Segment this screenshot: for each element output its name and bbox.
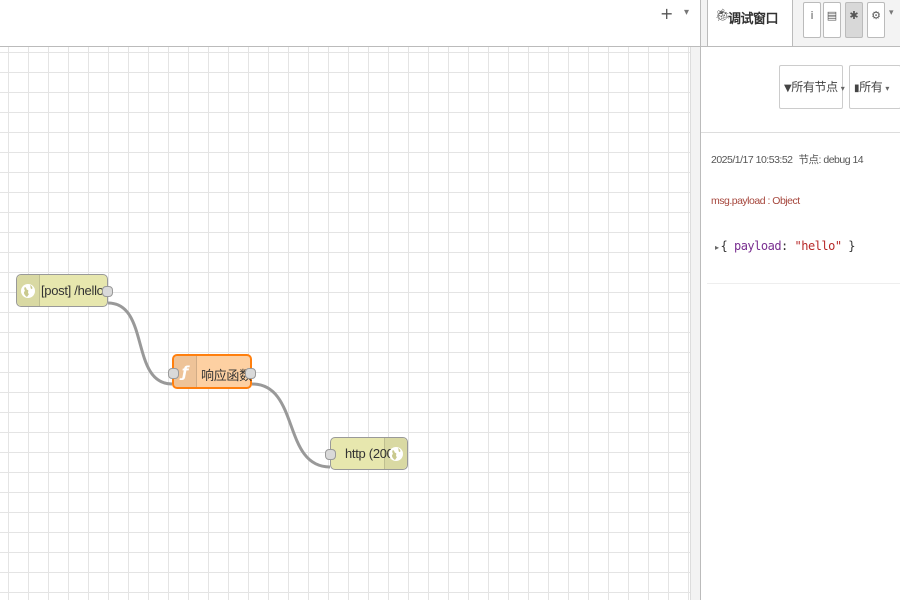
globe-icon	[384, 438, 407, 469]
http-in-label: [post] /hello	[41, 283, 104, 298]
debug-message-body[interactable]: ▸{ payload: "hello" }	[715, 239, 856, 253]
filter-nodes-button[interactable]: ▼所有节点 ▾	[779, 65, 845, 109]
debug-tab-title: 调试窗口	[728, 11, 779, 26]
clear-messages-label: 所有	[859, 80, 883, 94]
sidebar-tab-bar: 🐞︎ 调试窗口 i ▤ ✱ ⚙ ▾	[701, 0, 900, 47]
http-response-input-port[interactable]	[325, 449, 336, 460]
clear-messages-button[interactable]: ▮所有 ▾	[849, 65, 900, 109]
debug-message-timestamp: 2025/1/17 10:53:52	[711, 154, 793, 166]
wire-function-to-response[interactable]	[251, 382, 331, 469]
chevron-down-icon: ▾	[840, 84, 845, 93]
workspace-tab-bar: + ▾	[0, 0, 700, 47]
function-node[interactable]: ƒ 响应函数	[168, 354, 256, 389]
tab-debug[interactable]: 🐞︎ 调试窗口	[707, 0, 793, 46]
bug-icon: ✱	[849, 9, 859, 22]
globe-icon	[17, 275, 40, 306]
payload-key: payload	[733, 239, 782, 253]
flow-canvas[interactable]: [post] /hello ƒ 响应函数 http (200)	[0, 47, 690, 600]
http-in-output-port[interactable]	[102, 286, 113, 297]
flow-list-dropdown[interactable]: ▾	[684, 7, 689, 18]
info-tab-button[interactable]: i	[803, 2, 821, 38]
debug-message-node[interactable]: 节点: debug 14	[799, 154, 864, 166]
http-response-node[interactable]: http (200)	[325, 437, 408, 470]
filter-nodes-label: 所有节点	[791, 80, 838, 94]
sidebar: 🐞︎ 调试窗口 i ▤ ✱ ⚙ ▾ ▼所有节点 ▾ ▮所有 ▾ 2025/1/17 …	[700, 0, 900, 600]
add-flow-button[interactable]: +	[660, 4, 673, 23]
wires	[107, 301, 331, 469]
gear-icon: ⚙	[871, 9, 881, 22]
debug-message: 2025/1/17 10:53:52 节点: debug 14 msg.paylo…	[707, 134, 900, 284]
function-output-port[interactable]	[245, 368, 256, 379]
workspace: + ▾ [post] /hello ƒ 响应函数 http (200)	[0, 0, 701, 600]
function-input-port[interactable]	[168, 368, 179, 379]
debug-tab-button[interactable]: ✱	[845, 2, 863, 38]
chevron-down-icon: ▾	[885, 84, 889, 93]
info-icon: i	[810, 9, 814, 22]
debug-toolbar: ▼所有节点 ▾ ▮所有 ▾	[701, 47, 900, 133]
sidebar-menu-dropdown[interactable]: ▾	[889, 8, 894, 18]
expand-caret-icon[interactable]: ▸	[715, 243, 719, 252]
book-icon: ▤	[826, 9, 838, 22]
debug-message-topic: msg.payload : Object	[711, 195, 800, 207]
debug-message-meta: 2025/1/17 10:53:52 节点: debug 14	[711, 152, 864, 167]
config-tab-button[interactable]: ⚙	[867, 2, 885, 38]
http-in-node[interactable]: [post] /hello	[16, 274, 113, 307]
payload-value: "hello"	[794, 239, 843, 253]
help-tab-button[interactable]: ▤	[823, 2, 841, 38]
wire-httpin-to-function[interactable]	[107, 301, 173, 386]
